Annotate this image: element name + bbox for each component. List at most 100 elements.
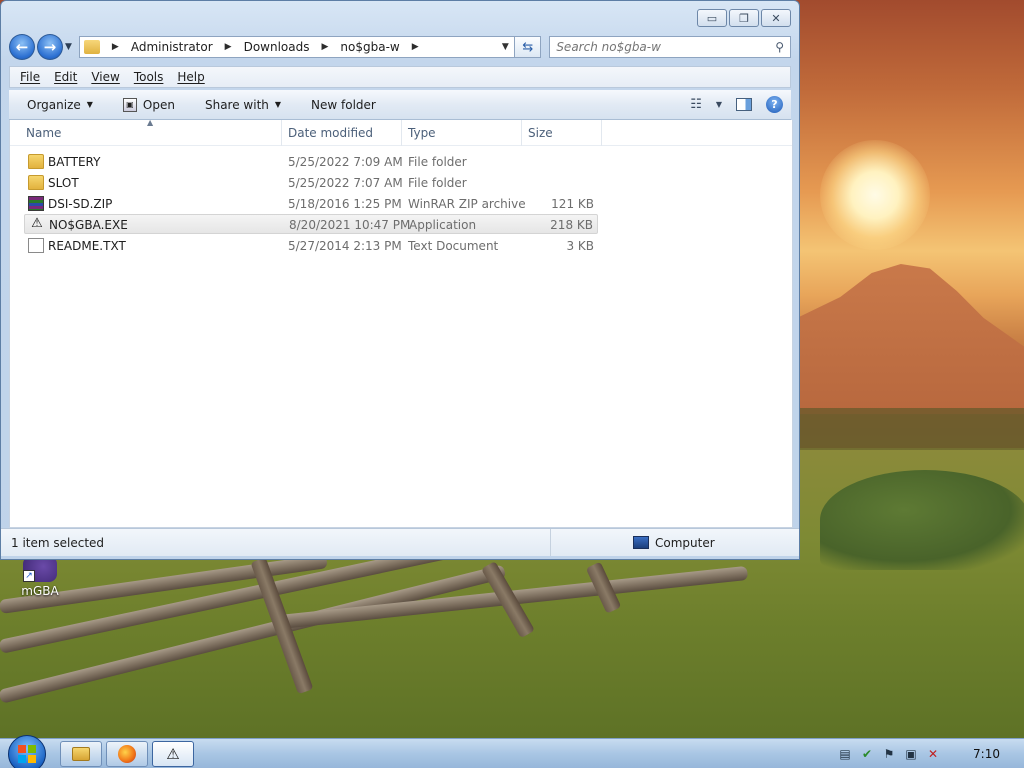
menu-file[interactable]: File (20, 70, 40, 84)
file-name: DSI-SD.ZIP (48, 197, 113, 211)
file-size: 121 KB (551, 197, 594, 211)
view-options-dropdown-icon[interactable]: ▼ (716, 100, 722, 109)
menu-edit[interactable]: Edit (54, 70, 77, 84)
change-view-icon[interactable]: ☷ (690, 97, 702, 112)
explorer-window: ▭ ❐ ✕ ← → ▼ ▶ Administrator ▶ Downloads … (0, 0, 800, 560)
shortcut-arrow-icon: ↗ (23, 570, 35, 582)
menu-view[interactable]: View (91, 70, 119, 84)
address-dropdown-icon[interactable]: ▼ (496, 42, 514, 52)
chevron-down-icon: ▼ (274, 100, 282, 109)
file-row[interactable]: SLOT 5/25/2022 7:07 AM File folder (24, 173, 598, 193)
file-type: Application (409, 218, 477, 232)
new-folder-label: New folder (311, 97, 376, 112)
file-row[interactable]: DSI-SD.ZIP 5/18/2016 1:25 PM WinRAR ZIP … (24, 194, 598, 214)
maximize-button[interactable]: ❐ (729, 9, 759, 27)
menu-help[interactable]: Help (177, 70, 204, 84)
chevron-down-icon: ▼ (86, 100, 93, 109)
address-row: ← → ▼ ▶ Administrator ▶ Downloads ▶ no$g… (9, 34, 791, 60)
firefox-icon (118, 745, 136, 763)
file-row[interactable]: README.TXT 5/27/2014 2:13 PM Text Docume… (24, 236, 598, 256)
taskbar-firefox-button[interactable] (106, 741, 148, 767)
breadcrumb-downloads[interactable]: Downloads (244, 40, 310, 54)
file-row[interactable]: BATTERY 5/25/2022 7:09 AM File folder (24, 152, 598, 172)
breadcrumb-arrow-icon[interactable]: ▶ (225, 42, 232, 52)
network-icon[interactable]: ▣ (903, 746, 919, 762)
help-icon[interactable]: ? (766, 96, 783, 113)
file-name: BATTERY (48, 155, 101, 169)
application-icon: ⚠ (31, 216, 43, 231)
text-document-icon (28, 238, 44, 253)
file-date-modified: 5/25/2022 7:09 AM (288, 155, 403, 169)
taskbar-explorer-button[interactable] (60, 741, 102, 767)
recent-pages-dropdown[interactable]: ▼ (65, 42, 75, 52)
sun (820, 140, 930, 250)
breadcrumb-arrow-icon[interactable]: ▶ (321, 42, 328, 52)
file-date-modified: 5/25/2022 7:07 AM (288, 176, 403, 190)
share-with-button[interactable]: Share with ▼ (205, 98, 281, 112)
breadcrumb-nogba[interactable]: no$gba-w (340, 40, 399, 54)
view-controls: ☷ ▼ ? (690, 96, 783, 113)
folder-icon (28, 154, 44, 169)
clock[interactable]: 7:10 (973, 747, 1000, 761)
volume-muted-icon[interactable]: ✕ (925, 746, 941, 762)
file-name: SLOT (48, 176, 79, 190)
organize-button[interactable]: Organize ▼ (27, 98, 93, 112)
bush (820, 470, 1024, 570)
menu-tools[interactable]: Tools (134, 70, 164, 84)
address-bar[interactable]: ▶ Administrator ▶ Downloads ▶ no$gba-w ▶… (78, 36, 516, 58)
file-size: 218 KB (550, 218, 593, 232)
breadcrumb-administrator[interactable]: Administrator (131, 40, 213, 54)
file-type: WinRAR ZIP archive (408, 197, 526, 211)
column-header-type[interactable]: Type (400, 120, 522, 146)
folder-icon (83, 40, 100, 54)
close-button[interactable]: ✕ (761, 9, 791, 27)
search-input[interactable] (556, 40, 776, 54)
breadcrumb-arrow-icon[interactable]: ▶ (112, 42, 119, 52)
status-bar: 1 item selected Computer (1, 528, 799, 556)
column-header-size[interactable]: Size (520, 120, 602, 146)
security-shield-icon[interactable]: ✔ (859, 746, 875, 762)
preview-pane-icon[interactable] (736, 98, 752, 111)
search-box[interactable]: ⚲ (549, 36, 791, 58)
open-button[interactable]: ▣ Open (122, 97, 175, 112)
action-center-flag-icon[interactable]: ⚑ (881, 746, 897, 762)
forward-button[interactable]: → (36, 34, 63, 60)
location-label: Computer (655, 535, 715, 550)
file-date-modified: 5/18/2016 1:25 PM (288, 197, 402, 211)
taskbar: ⚠ ▤ ✔ ⚑ ▣ ✕ 7:10 (0, 735, 1024, 768)
desktop-icon-mgba[interactable]: ↗ mGBA (10, 556, 70, 604)
command-bar: Organize ▼ ▣ Open Share with ▼ New folde… (9, 90, 791, 120)
file-date-modified: 5/27/2014 2:13 PM (288, 239, 402, 253)
explorer-folder-icon (72, 747, 90, 761)
zip-archive-icon (28, 196, 44, 211)
selection-status: 1 item selected (1, 529, 551, 556)
share-with-label: Share with (204, 97, 269, 112)
breadcrumb-arrow-icon[interactable]: ▶ (412, 42, 419, 52)
start-button[interactable] (8, 735, 46, 768)
column-header-date-modified[interactable]: Date modified (280, 120, 402, 146)
window-controls: ▭ ❐ ✕ (697, 9, 791, 27)
menu-bar: File Edit View Tools Help (9, 66, 791, 88)
taskbar-nogba-button[interactable]: ⚠ (152, 741, 194, 767)
refresh-button[interactable]: ⇆ (515, 36, 542, 58)
nogba-icon: ⚠ (166, 745, 180, 763)
system-tray: ▤ ✔ ⚑ ▣ ✕ 7:10 (837, 739, 1014, 768)
file-list-pane: Name ▲ Date modified Type Size BATTERY 5… (9, 118, 793, 528)
computer-icon (633, 536, 649, 549)
file-size: 3 KB (566, 239, 594, 253)
mountain (800, 264, 1024, 414)
file-name: README.TXT (48, 239, 126, 253)
treeline (800, 408, 1024, 448)
file-row-selected[interactable]: ⚠ NO$GBA.EXE 8/20/2021 10:47 PM Applicat… (24, 214, 598, 234)
minimize-button[interactable]: ▭ (697, 9, 727, 27)
open-label: Open (142, 97, 175, 112)
folder-icon (28, 175, 44, 190)
sort-ascending-icon: ▲ (147, 118, 154, 127)
notes-icon[interactable]: ▤ (837, 746, 853, 762)
new-folder-button[interactable]: New folder (311, 98, 376, 112)
back-button[interactable]: ← (9, 34, 35, 60)
open-icon: ▣ (122, 97, 137, 112)
organize-label: Organize (27, 97, 81, 112)
search-icon[interactable]: ⚲ (775, 40, 784, 54)
file-type: File folder (408, 155, 467, 169)
